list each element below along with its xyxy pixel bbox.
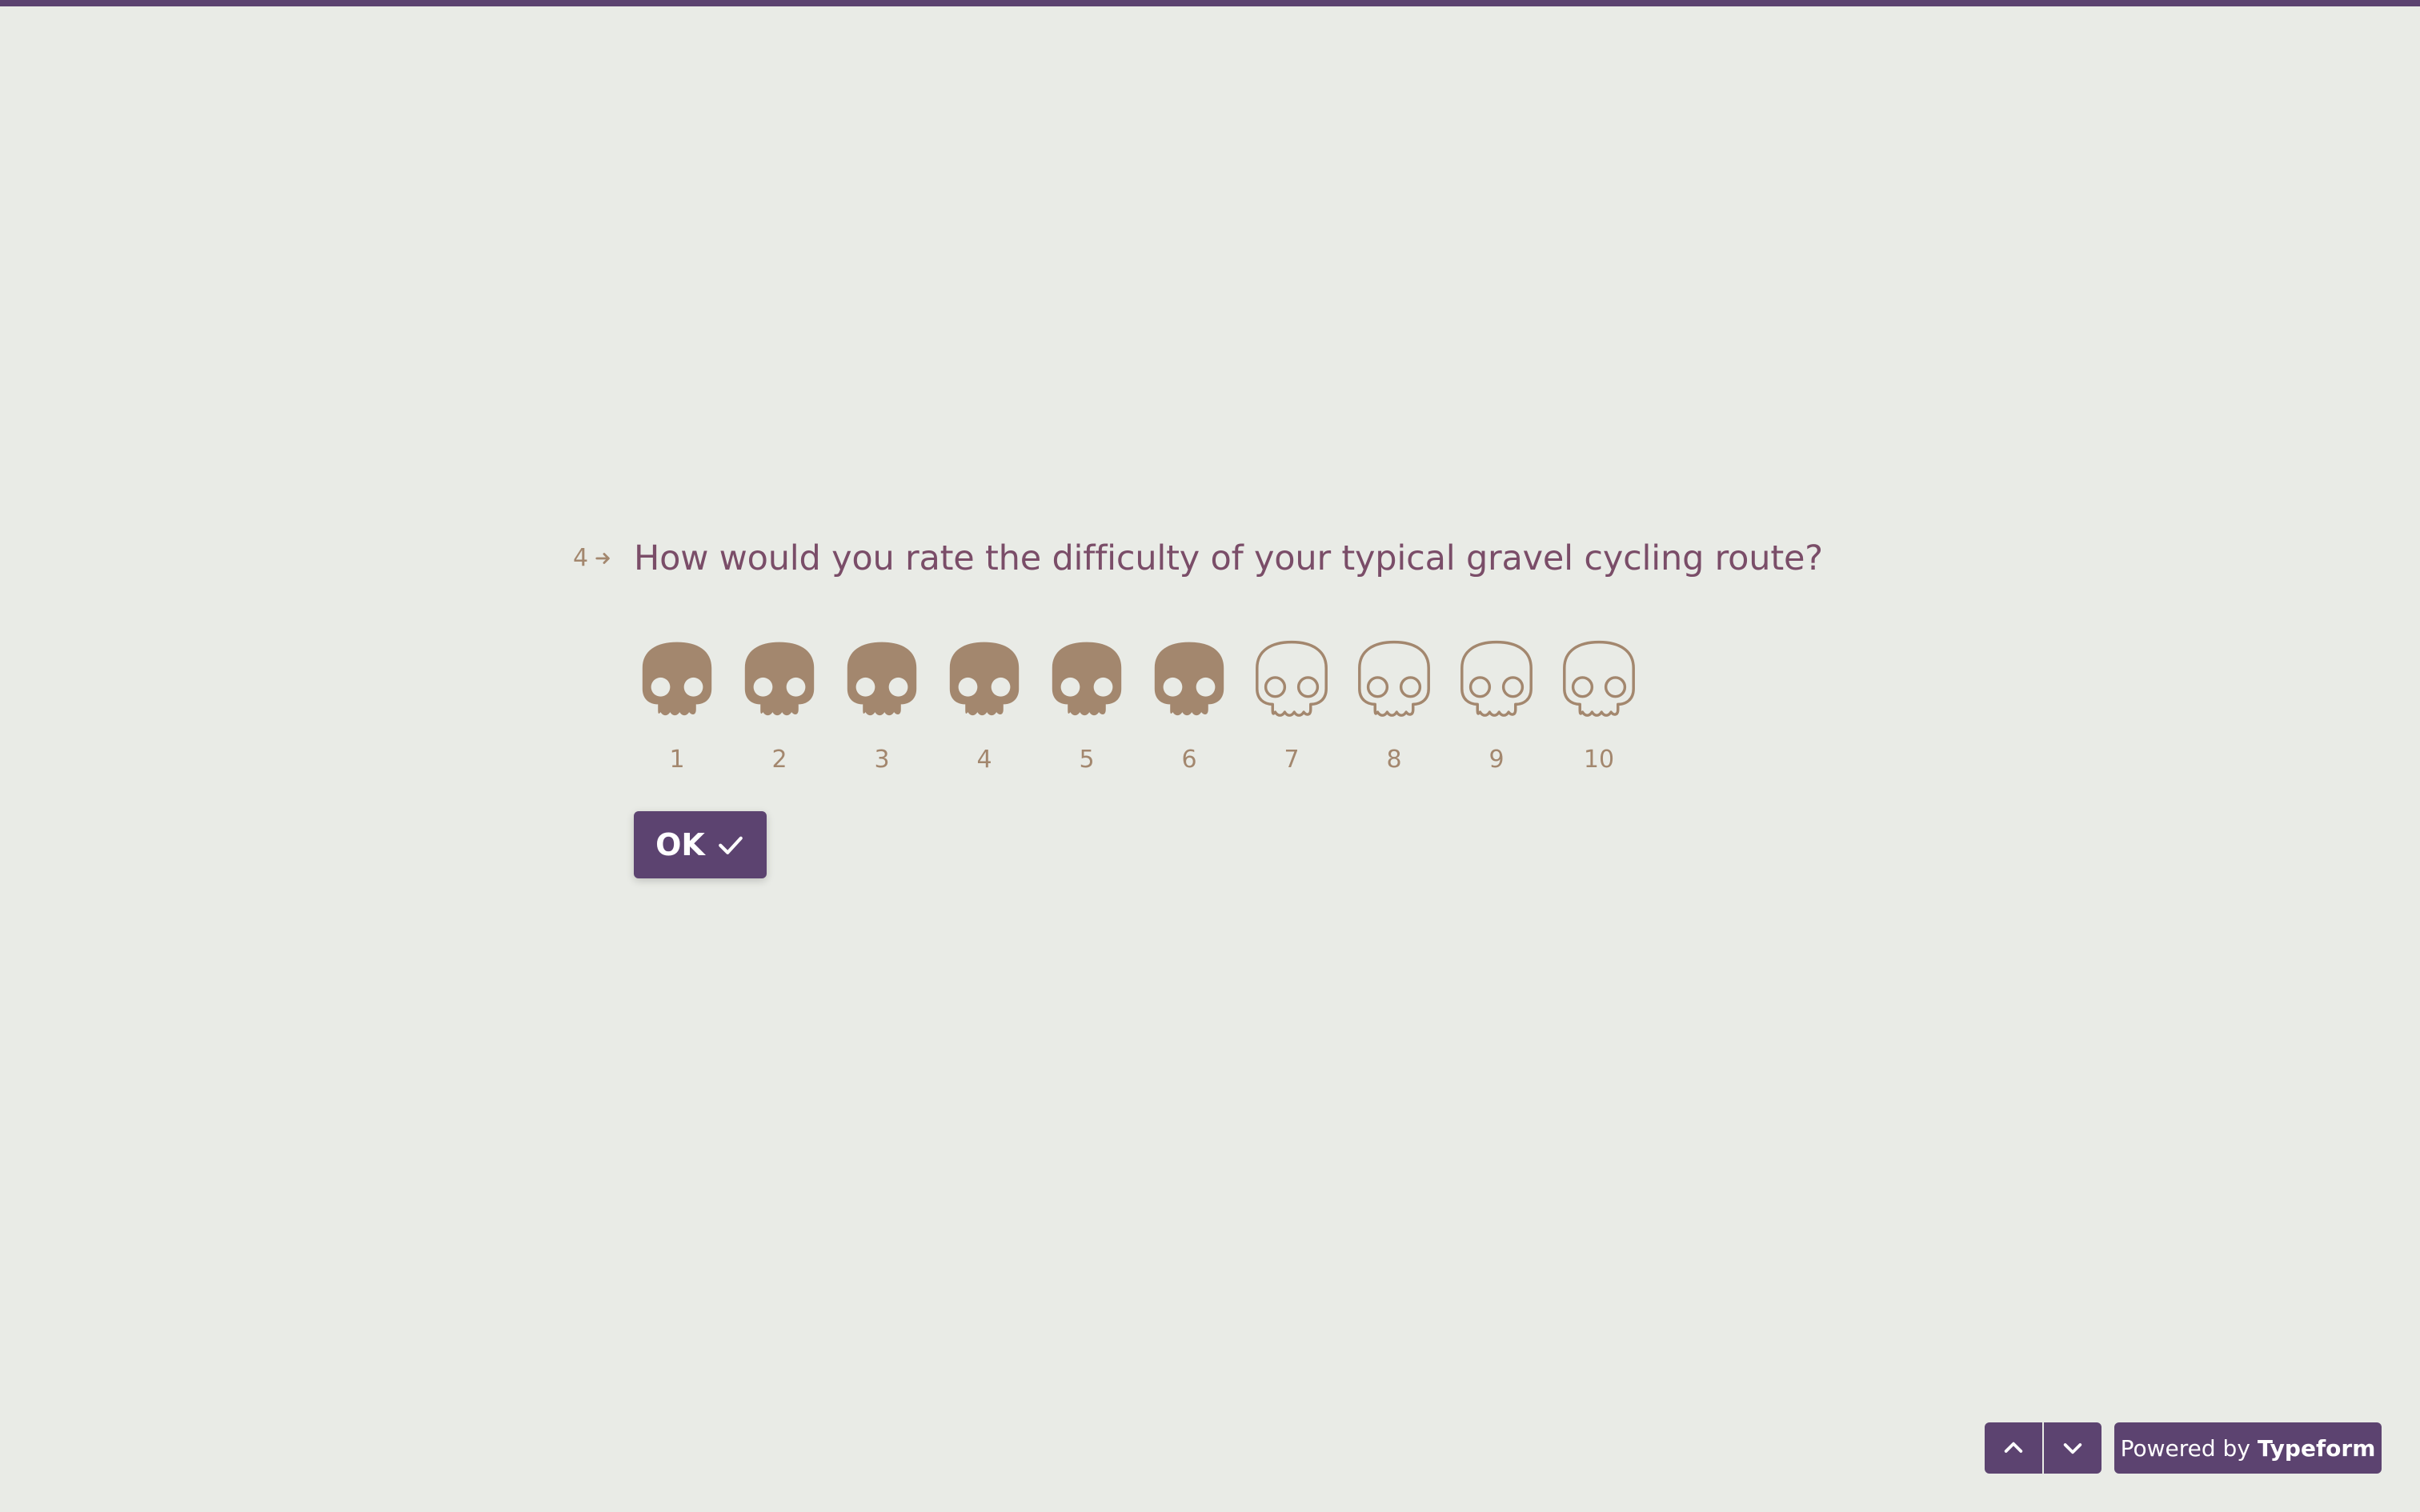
skull-icon xyxy=(1358,640,1430,717)
rating-option-6[interactable]: 6 xyxy=(1146,635,1232,774)
rating-option-10[interactable]: 10 xyxy=(1556,635,1642,774)
rating-option-label: 6 xyxy=(1181,746,1197,774)
question-number: 4 xyxy=(573,542,612,574)
rating-option-7[interactable]: 7 xyxy=(1248,635,1335,774)
progress-bar xyxy=(0,0,2420,6)
ok-button-label: OK xyxy=(655,827,705,862)
powered-by-typeform-link[interactable]: Powered by Typeform xyxy=(2114,1422,2382,1474)
skull-icon xyxy=(1052,642,1122,716)
rating-option-label: 10 xyxy=(1583,746,1615,774)
rating-option-label: 5 xyxy=(1079,746,1095,774)
rating-option-label: 1 xyxy=(669,746,685,774)
skull-icon xyxy=(949,642,1020,716)
skull-icon xyxy=(847,642,917,716)
rating-option-label: 8 xyxy=(1386,746,1402,774)
rating-option-label: 4 xyxy=(976,746,992,774)
skull-icon xyxy=(744,642,815,716)
rating-option-label: 3 xyxy=(874,746,890,774)
skull-icon xyxy=(642,642,712,716)
skull-icon xyxy=(1154,642,1224,716)
rating-option-8[interactable]: 8 xyxy=(1351,635,1437,774)
rating-option-9[interactable]: 9 xyxy=(1453,635,1540,774)
next-question-button[interactable] xyxy=(2044,1422,2101,1474)
skull-icon xyxy=(1460,640,1533,717)
powered-by-brand: Typeform xyxy=(2257,1434,2376,1462)
rating-scale: 1 2 3 4 5 6 7 8 9 10 xyxy=(634,635,1658,774)
rating-option-label: 2 xyxy=(771,746,787,774)
arrow-right-icon xyxy=(595,553,610,564)
question-number-label: 4 xyxy=(573,544,589,572)
chevron-up-icon xyxy=(2004,1442,2023,1453)
navigation-controls xyxy=(1985,1422,2101,1474)
chevron-down-icon xyxy=(2063,1443,2082,1454)
rating-option-3[interactable]: 3 xyxy=(839,635,925,774)
skull-icon xyxy=(1256,640,1328,717)
skull-icon xyxy=(1563,640,1635,717)
rating-option-4[interactable]: 4 xyxy=(941,635,1028,774)
rating-option-1[interactable]: 1 xyxy=(634,635,720,774)
rating-option-2[interactable]: 2 xyxy=(736,635,823,774)
powered-by-prefix: Powered by xyxy=(2120,1434,2250,1462)
check-icon xyxy=(719,836,743,854)
question-title: How would you rate the difficulty of you… xyxy=(634,538,1823,578)
ok-button[interactable]: OK xyxy=(634,811,767,878)
rating-option-label: 9 xyxy=(1488,746,1504,774)
rating-option-5[interactable]: 5 xyxy=(1044,635,1130,774)
previous-question-button[interactable] xyxy=(1985,1422,2042,1474)
rating-option-label: 7 xyxy=(1284,746,1300,774)
